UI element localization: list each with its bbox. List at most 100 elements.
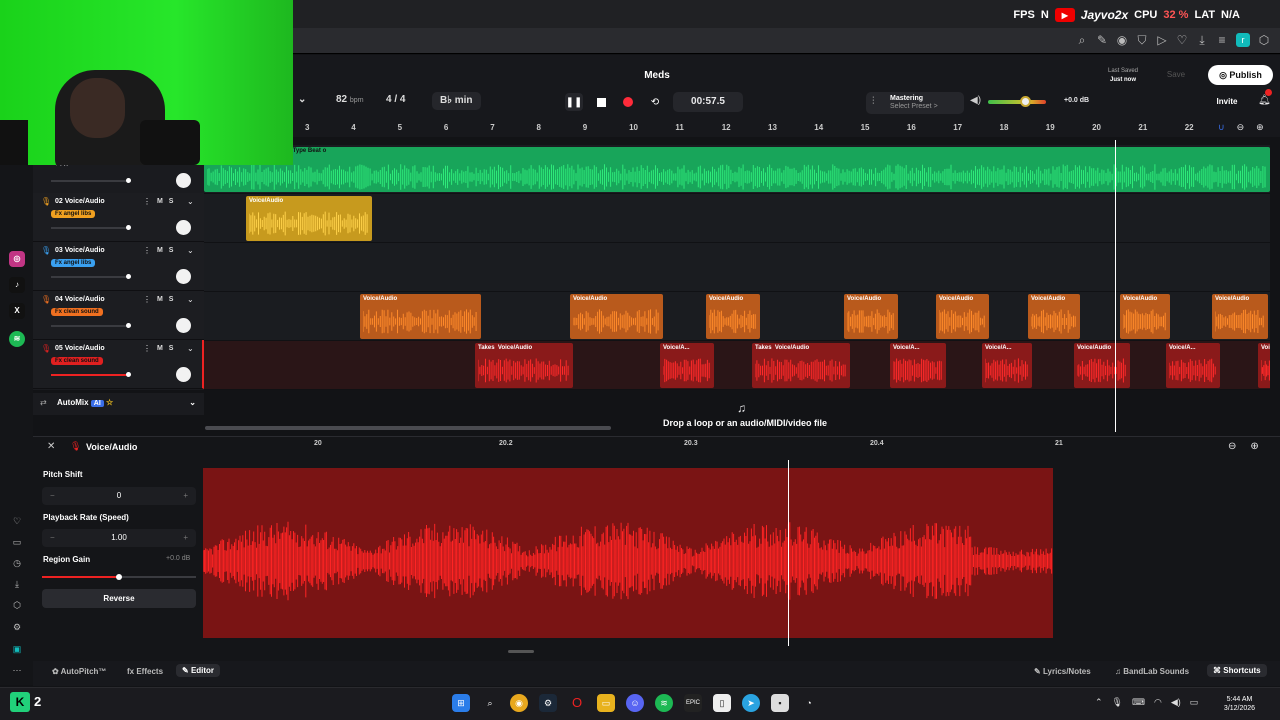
pause-button[interactable]: ❚❚ [565, 93, 583, 111]
chevron-down-icon[interactable]: ⌄ [187, 246, 194, 255]
loop-icon[interactable]: ⟲ [646, 93, 664, 111]
download-icon[interactable]: ⤓ [1196, 33, 1208, 48]
camera-icon[interactable]: ◉ [1116, 33, 1128, 48]
invite-button[interactable]: Invite [1212, 93, 1242, 111]
audio-clip[interactable]: Voice/Audio [1028, 294, 1080, 339]
solo-button[interactable]: S [169, 345, 174, 352]
battery-icon[interactable]: ▭ [1190, 697, 1199, 708]
mute-button[interactable]: M [157, 345, 163, 352]
project-title[interactable]: Meds [620, 70, 694, 81]
more-icon[interactable]: ⋮ [143, 295, 151, 304]
chrome-icon[interactable]: ◉ [510, 694, 528, 712]
mute-button[interactable]: M [157, 198, 163, 205]
track-volume-slider[interactable] [51, 274, 131, 279]
pitch-shift-stepper[interactable]: − 0 + [42, 487, 196, 505]
more-icon[interactable]: ⋯ [10, 665, 24, 679]
editor-waveform-clip[interactable] [203, 468, 1053, 638]
solo-button[interactable]: S [169, 296, 174, 303]
spotify-icon[interactable]: ≋ [655, 694, 673, 712]
drop-zone-text[interactable]: Drop a loop or an audio/MIDI/video file [620, 418, 870, 428]
opera-icon[interactable]: O [568, 694, 586, 712]
region-gain-slider[interactable] [42, 574, 196, 580]
track-header[interactable]: 🎙︎ 02 Voice/Audio Fx angel libs ⋮ M S ⌄ [33, 193, 204, 242]
zoom-in-icon[interactable]: ⊕ [1250, 441, 1258, 452]
playhead[interactable] [1115, 140, 1116, 432]
bpm-field[interactable]: 82 bpm [336, 94, 364, 105]
speaker-icon[interactable]: ◀) [970, 95, 981, 106]
chevron-up-icon[interactable]: ⌃ [1095, 697, 1103, 708]
track-lane[interactable]: Voice/Audio [204, 194, 1270, 243]
publish-button[interactable]: ◎ Publish [1208, 65, 1273, 85]
epic-icon[interactable]: EPIC [684, 694, 702, 712]
magnet-icon[interactable]: ∪ [1218, 122, 1225, 137]
audio-clip[interactable]: Voice/A... [890, 343, 946, 388]
reverse-button[interactable]: Reverse [42, 589, 196, 608]
clock-app-icon[interactable]: ◔ [800, 694, 818, 712]
chevron-down-icon[interactable]: ⌄ [187, 344, 194, 353]
keyboard-icon[interactable]: ⌨ [1132, 697, 1145, 708]
cube-icon[interactable]: ⬡ [10, 600, 24, 614]
track-effect-badge[interactable]: Fx angel libs [51, 210, 96, 218]
lyrics-notes-button[interactable]: ✎ Lyrics/Notes [1034, 667, 1091, 676]
master-volume-knob[interactable] [1020, 96, 1031, 107]
mastering-button[interactable]: Mastering Select Preset > [866, 92, 964, 114]
file-explorer-icon[interactable]: ▭ [597, 694, 615, 712]
editor-tab[interactable]: ✎ Editor [176, 664, 221, 677]
decrement-button[interactable]: − [50, 529, 55, 547]
track-effect-badge[interactable]: Fx angel libs [51, 259, 96, 267]
audio-clip[interactable]: Voice/Audio [844, 294, 898, 339]
shield-icon[interactable]: ⛉ [1136, 33, 1148, 48]
track-lane[interactable]: Voice/Audio Voice/Audio Voice/Audio Voice/A… [204, 292, 1270, 341]
heart-icon[interactable]: ♡ [10, 516, 24, 530]
increment-button[interactable]: + [183, 487, 188, 505]
track-effect-badge[interactable]: Fx clean sound [51, 357, 103, 365]
takes-label[interactable]: Takes Voice/Audio [478, 345, 532, 351]
system-clock[interactable]: 5:44 AM 3/12/2026 [1212, 695, 1267, 713]
audio-clip[interactable]: Voice/Audio [570, 294, 663, 339]
edit-icon[interactable]: ✎ [1096, 33, 1108, 48]
track-pan-knob[interactable] [176, 220, 191, 235]
effects-tab[interactable]: fx Effects [127, 667, 163, 676]
zoom-in-icon[interactable]: ⊕ [1256, 122, 1264, 137]
track-name[interactable]: 03 Voice/Audio [55, 247, 105, 254]
telegram-icon[interactable]: ➤ [742, 694, 760, 712]
automix-row[interactable]: AutoMix AI ☆ ⌄ [33, 393, 204, 415]
more-icon[interactable]: ⋮ [143, 344, 151, 353]
track-header[interactable]: 🎙︎ 03 Voice/Audio Fx angel libs ⋮ M S ⌄ [33, 242, 204, 291]
history-icon[interactable]: ◷ [10, 558, 24, 572]
chevron-down-icon[interactable]: ⌄ [187, 295, 194, 304]
track-header[interactable]: 🎙︎ 05 Voice/Audio Fx clean sound ⋮ M S ⌄ [33, 340, 204, 389]
increment-button[interactable]: + [183, 529, 188, 547]
audio-clip[interactable]: Voice/Audio [360, 294, 481, 339]
timeline-ruler[interactable]: 3 4 5 6 7 8 9 10 11 12 13 14 15 16 17 18 19 20 21 22 [293, 119, 1213, 137]
mute-button[interactable]: M [157, 296, 163, 303]
track-header[interactable]: 🎙︎ 04 Voice/Audio Fx clean sound ⋮ M S ⌄ [33, 291, 204, 340]
bandlab-sounds-button[interactable]: ♫ BandLab Sounds [1115, 667, 1189, 676]
x-icon[interactable]: X [9, 303, 25, 319]
track-name[interactable]: 02 Voice/Audio [55, 198, 105, 205]
roblox-icon[interactable]: ▪ [771, 694, 789, 712]
discord-icon[interactable]: ☺ [626, 694, 644, 712]
stop-button[interactable] [592, 93, 610, 111]
audio-clip[interactable]: Takes Voice/Audio [475, 343, 573, 388]
solo-button[interactable]: S [169, 198, 174, 205]
mute-button[interactable]: M [157, 247, 163, 254]
search-icon[interactable]: ⌕ [481, 694, 499, 712]
track-volume-slider[interactable] [51, 372, 131, 377]
chat-icon[interactable]: ▭ [10, 537, 24, 551]
audio-clip[interactable]: Voice/A... [1258, 343, 1270, 388]
bell-icon[interactable]: 🔔︎ [1258, 95, 1271, 106]
track-01-volume[interactable] [51, 178, 131, 183]
spotify-icon[interactable]: ≋ [9, 331, 25, 347]
takes-label[interactable]: Takes Voice/Audio [755, 345, 809, 351]
track-lane[interactable] [204, 243, 1270, 292]
extension-icon[interactable]: r [1236, 33, 1250, 47]
close-icon[interactable]: ✕ [47, 441, 55, 452]
track-lane[interactable]: Takes Voice/Audio Voice/A... Takes Voice/A… [204, 341, 1270, 390]
heart-icon[interactable]: ♡ [1176, 33, 1188, 48]
track-lane[interactable]: ..d Type Beat o [204, 145, 1270, 194]
beat-clip[interactable]: ..d Type Beat o [204, 147, 1270, 192]
solo-button[interactable]: S [169, 247, 174, 254]
track-pan-knob[interactable] [176, 367, 191, 382]
audio-clip[interactable]: Voice/Audio [706, 294, 760, 339]
